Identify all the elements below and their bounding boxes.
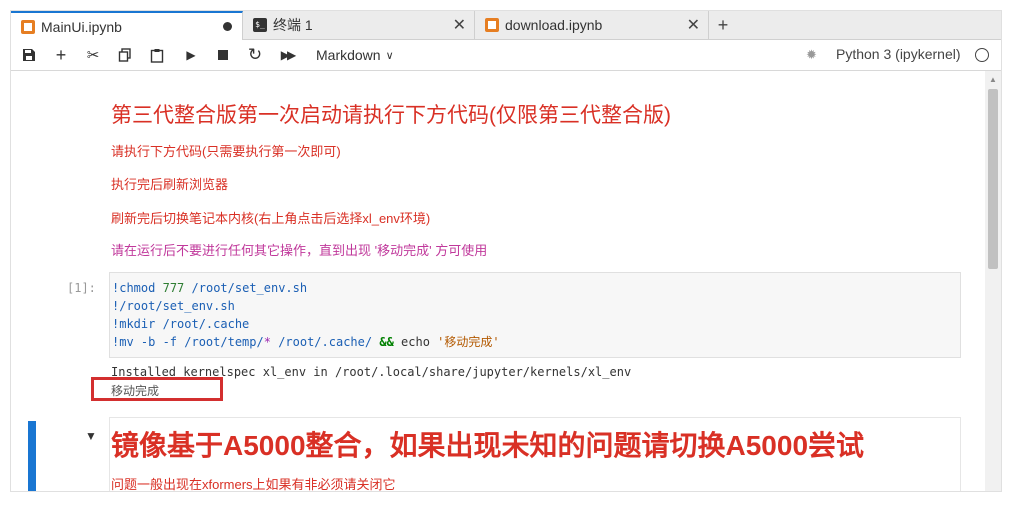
tab-download[interactable]: download.ipynb ✕: [475, 11, 709, 39]
run-icon: ▶: [186, 48, 196, 62]
restart-button[interactable]: ↻: [245, 45, 265, 65]
scrollbar-thumb[interactable]: [988, 89, 998, 269]
chevron-down-icon: ∨: [385, 49, 394, 62]
jupyterlab-window: MainUi.ipynb $_ 终端 1 ✕ download.ipynb ✕ …: [10, 10, 1002, 492]
stop-icon: [218, 50, 228, 60]
kernel-name[interactable]: Python 3 (ipykernel): [836, 46, 961, 62]
caret-down-icon[interactable]: ▼: [85, 429, 97, 443]
add-cell-icon: +: [55, 44, 67, 65]
highlight-box: [91, 377, 223, 401]
cell-type-label: Markdown: [316, 47, 381, 63]
code-line: !chmod 777 /root/set_env.sh: [112, 281, 308, 295]
cell-prompt: [1]:: [67, 281, 96, 295]
cell-type-dropdown[interactable]: Markdown ∨: [316, 45, 394, 65]
bug-icon[interactable]: ✹: [806, 47, 817, 63]
tab-mainui[interactable]: MainUi.ipynb: [11, 11, 243, 40]
notebook-toolbar: + ✂ ▶ ↻ ▶▶ Markdown ∨ ✹ Python 3 (ipyker…: [11, 40, 1001, 71]
terminal-icon: $_: [253, 18, 267, 32]
run-all-icon: ▶▶: [280, 48, 297, 62]
close-icon[interactable]: ✕: [687, 15, 700, 35]
markdown-text: 刷新完后切换笔记本内核(右上角点击后选择xl_env环境): [111, 211, 431, 226]
copy-button[interactable]: [115, 45, 135, 65]
markdown-text: 请执行下方代码(只需要执行第一次即可): [111, 144, 341, 159]
tab-bar: MainUi.ipynb $_ 终端 1 ✕ download.ipynb ✕ …: [11, 11, 1001, 40]
code-editor[interactable]: !chmod 777 /root/set_env.sh !/root/set_e…: [109, 272, 961, 358]
vertical-scrollbar[interactable]: ▲: [985, 71, 1001, 491]
plus-icon: +: [717, 14, 729, 35]
add-cell-button[interactable]: +: [51, 45, 71, 65]
markdown-text: 请在运行后不要进行任何其它操作，直到出现 '移动完成' 方可使用: [111, 243, 488, 258]
cut-icon: ✂: [86, 47, 100, 64]
run-all-button[interactable]: ▶▶: [277, 45, 297, 65]
markdown-text: 执行完后刷新浏览器: [111, 177, 229, 192]
code-line: !/root/set_env.sh: [112, 299, 235, 313]
scroll-up-icon[interactable]: ▲: [989, 75, 997, 84]
markdown-heading: 镜像基于A5000整合，如果出现未知的问题请切换A5000尝试: [111, 430, 865, 461]
cut-button[interactable]: ✂: [83, 45, 103, 65]
tab-label: MainUi.ipynb: [41, 18, 122, 35]
tab-label: download.ipynb: [505, 17, 603, 33]
kernel-status-icon: [975, 48, 989, 62]
restart-icon: ↻: [247, 45, 263, 64]
paste-button[interactable]: [147, 45, 167, 65]
new-tab-button[interactable]: +: [709, 11, 737, 39]
stop-button[interactable]: [213, 45, 233, 65]
run-button[interactable]: ▶: [181, 45, 201, 65]
unsaved-dot-icon[interactable]: [223, 22, 232, 31]
notebook-icon: [485, 18, 499, 32]
notebook-icon: [21, 19, 35, 34]
tab-label: 终端 1: [273, 17, 313, 33]
save-icon: [23, 49, 35, 61]
tab-terminal[interactable]: $_ 终端 1 ✕: [243, 11, 475, 39]
paste-icon: [150, 48, 164, 63]
save-button[interactable]: [19, 45, 39, 65]
code-line: !mkdir /root/.cache: [112, 317, 250, 331]
copy-icon: [118, 48, 131, 62]
cell-collapser[interactable]: [28, 421, 36, 491]
notebook-panel[interactable]: 第三代整合版第一次启动请执行下方代码(仅限第三代整合版) 请执行下方代码(只需要…: [11, 71, 1001, 491]
close-icon[interactable]: ✕: [453, 15, 466, 35]
markdown-heading: 第三代整合版第一次启动请执行下方代码(仅限第三代整合版): [111, 104, 671, 127]
code-line: !mv -b -f /root/temp/* /root/.cache/ && …: [112, 335, 500, 349]
markdown-text: 问题一般出现在xformers上如果有非必须请关闭它: [111, 477, 396, 492]
